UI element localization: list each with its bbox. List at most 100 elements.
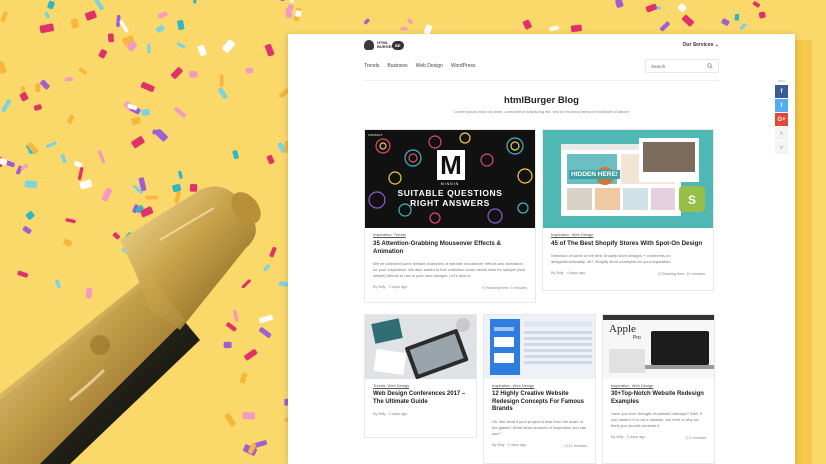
confetti-piece [40,79,50,90]
confetti-piece [193,0,197,4]
card-reading-time: Reading time: 5 minutes [486,286,527,290]
clock-icon-reading: ◷ 9 minutes [685,436,706,440]
confetti-piece [289,0,294,3]
card-date: 2 days ago [626,435,646,439]
card-excerpt: Have you ever thought of website redesig… [611,411,703,428]
confetti-piece [84,10,97,21]
confetti-piece [363,18,370,25]
card-date: 4 days ago [566,271,586,275]
confetti-piece [295,10,302,17]
confetti-piece [407,18,413,25]
blog-card-mouseover[interactable]: M CONTACT MINNIN SUITABLE QUESTIONS RIGH… [364,129,536,303]
confetti-piece [280,0,285,2]
facebook-icon: f [780,88,783,95]
blog-card-shopify[interactable]: S HIDDEN HERE! Inspiration, Web Design 4… [542,129,714,291]
card-excerpt: We've collected some brilliant examples … [373,261,526,278]
confetti-piece [1,99,12,113]
browser-window: HTML BURGER BE Our Services ⌄ Trends Bus… [288,34,795,464]
facebook-share-button[interactable]: f [775,85,788,98]
site-logo[interactable]: HTML BURGER BE [364,40,404,50]
confetti-piece [245,67,254,74]
confetti-piece [156,24,165,33]
twitter-icon: t [780,102,783,109]
our-services-label: Our Services [682,42,714,48]
blog-card-conferences[interactable]: Trends, Web Design Web Design Conference… [364,314,477,438]
image-product: Pro [633,335,641,341]
card-category[interactable]: Inspiration, Trends [373,232,527,237]
burger-icon [364,40,374,50]
image-brand: Apple [609,323,636,335]
page-title: htmlBurger Blog [504,95,579,106]
confetti-piece [197,44,207,57]
confetti-piece [98,49,108,59]
desk-laptop-photo [365,315,476,379]
minnin-artwork: M [368,132,533,224]
shopify-collage: S [561,138,705,216]
card-title[interactable]: 45 of The Best Shopify Stores With Spot-… [551,240,705,248]
card-title[interactable]: 30+Top-Notch Website Redesign Examples [611,391,706,406]
card-author: By Billy [551,271,564,275]
card-title[interactable]: 35 Attention-Grabbing Mouseover Effects … [373,240,527,256]
nav-item-business[interactable]: Business [387,63,407,69]
header-divider [364,80,719,81]
confetti-piece [19,92,29,102]
confetti-piece [400,27,408,31]
search-icon [707,63,713,69]
confetti-piece [522,19,532,30]
confetti-piece [0,157,8,166]
confetti-piece [94,0,104,11]
confetti-piece [177,19,185,31]
card-category[interactable]: Inspiration, Web Design [551,232,705,237]
card-meta: By Billy · 4 days ago ◷ Reading time: 10… [551,271,705,276]
confetti-piece [74,161,83,168]
confetti-piece [721,18,730,26]
search-input[interactable]: Search [645,59,719,73]
blog-card-redesign-concepts[interactable]: Inspiration, Web Design 12 Highly Creati… [483,314,596,464]
confetti-piece [35,83,41,93]
nav-item-wordpress[interactable]: WordPress [451,63,476,69]
twitter-share-button[interactable]: t [775,99,788,112]
card-title[interactable]: Web Design Conferences 2017 – The Ultima… [373,391,468,406]
confetti-piece [171,67,183,79]
confetti-piece [97,150,106,164]
confetti-piece [174,106,187,118]
confetti-piece [70,18,80,29]
confetti-piece [39,23,55,34]
card-excerpt: Selection of some of the best Shopify st… [551,253,672,264]
logo-text: HTML BURGER [377,40,395,49]
confetti-piece [60,154,67,164]
confetti-piece [677,3,687,13]
card-category[interactable]: Inspiration, Web Design [611,383,706,388]
nav-item-trends[interactable]: Trends [364,63,379,69]
google-plus-share-button[interactable]: G+ [775,113,788,126]
nav-item-web-design[interactable]: Web Design [416,63,443,69]
card-category[interactable]: Trends, Web Design [373,383,468,388]
confetti-piece [734,14,740,21]
confetti-piece [47,0,55,10]
card-category[interactable]: Inspiration, Web Design [492,383,587,388]
card-image [365,315,476,379]
svg-text:S: S [688,193,696,207]
confetti-piece [44,11,51,19]
confetti-piece [645,3,658,13]
confetti-piece [0,11,8,23]
clock-icon-reading: ◷ Reading time: 5 minutes [481,286,527,290]
our-services-menu[interactable]: Our Services ⌄ [683,42,719,48]
card-author: By Billy [373,285,386,289]
champagne-bottle-illustration [0,186,261,464]
confetti-piece [758,11,766,19]
confetti-piece [119,20,129,33]
scroll-up-button[interactable]: ˄ [775,127,788,140]
card-reading-time: Reading time: 10 minutes [661,272,705,276]
image-label-top: CONTACT [368,133,383,137]
card-reading-time: 11 minutes [568,443,587,448]
card-title[interactable]: 12 Highly Creative Website Redesign Conc… [492,391,587,414]
confetti-piece [78,67,87,75]
blog-card-redesign-examples[interactable]: Apple Pro Inspiration, Web Design 30+Top… [602,314,715,464]
card-date: 2 days ago [388,412,408,416]
confetti-piece [739,23,747,30]
confetti-piece [264,43,275,57]
card-author: By Billy [373,412,386,416]
scroll-down-button[interactable]: ˅ [775,141,788,154]
confetti-piece [232,150,239,160]
